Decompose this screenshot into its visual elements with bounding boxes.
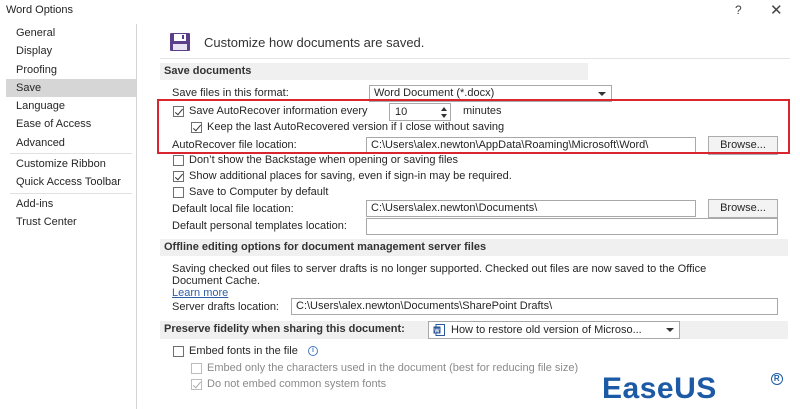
sidebar: General Display Proofing Save Language E… [6, 24, 137, 409]
dont-show-backstage-checkbox[interactable] [173, 155, 184, 166]
sidebar-item-language[interactable]: Language [6, 97, 136, 115]
embed-only-used-characters-checkbox[interactable] [191, 363, 202, 374]
svg-text:W: W [434, 328, 440, 334]
sidebar-item-customize-ribbon[interactable]: Customize Ribbon [6, 155, 136, 173]
section-save-documents: Save documents [160, 63, 588, 80]
do-not-embed-system-fonts-checkbox[interactable] [191, 379, 202, 390]
registered-mark: R [771, 373, 783, 385]
save-to-computer-label: Save to Computer by default [189, 186, 329, 198]
server-drafts-location-input[interactable]: C:\Users\alex.newton\Documents\SharePoin… [291, 298, 778, 315]
dont-show-backstage-label: Don’t show the Backstage when opening or… [189, 154, 459, 166]
word-document-icon: W [433, 324, 445, 336]
fidelity-document-value: How to restore old version of Microso... [451, 324, 642, 336]
default-templates-location-input[interactable] [366, 218, 778, 235]
default-local-location-label: Default local file location: [172, 203, 294, 215]
fidelity-document-dropdown[interactable]: W How to restore old version of Microso.… [428, 321, 680, 339]
preserve-fidelity-title: Preserve fidelity when sharing this docu… [164, 323, 405, 335]
main-panel: Customize how documents are saved. Save … [150, 22, 800, 409]
default-local-browse-button[interactable]: Browse... [708, 199, 778, 218]
sidebar-item-general[interactable]: General [6, 24, 136, 42]
sidebar-item-proofing[interactable]: Proofing [6, 61, 136, 79]
save-format-value: Word Document (*.docx) [374, 87, 495, 99]
easeus-logo: EaseUS R [602, 372, 783, 406]
sidebar-item-add-ins[interactable]: Add-ins [6, 195, 136, 213]
sidebar-item-ease-of-access[interactable]: Ease of Access [6, 115, 136, 133]
sidebar-divider [10, 192, 132, 194]
save-to-computer-checkbox[interactable] [173, 187, 184, 198]
chevron-down-icon [666, 328, 674, 332]
section-offline-editing: Offline editing options for document man… [160, 239, 788, 256]
chevron-down-icon [598, 92, 606, 96]
floppy-disk-icon [170, 33, 190, 51]
save-format-label: Save files in this format: [172, 87, 289, 99]
offline-notice-line-1: Saving checked out files to server draft… [172, 263, 707, 275]
default-local-location-input[interactable]: C:\Users\alex.newton\Documents\ [366, 200, 696, 217]
info-icon[interactable]: i [308, 346, 318, 356]
header-divider [160, 58, 790, 59]
offline-notice-line-2: Document Cache. [172, 275, 261, 287]
show-additional-places-checkbox[interactable] [173, 171, 184, 182]
sidebar-item-save[interactable]: Save [6, 78, 136, 98]
sidebar-item-trust-center[interactable]: Trust Center [6, 213, 136, 231]
sidebar-item-advanced[interactable]: Advanced [6, 134, 136, 152]
highlight-box [157, 99, 790, 154]
embed-only-used-characters-label: Embed only the characters used in the do… [207, 362, 579, 374]
embed-fonts-checkbox[interactable] [173, 346, 184, 357]
sidebar-divider [10, 153, 132, 155]
easeus-logo-text: EaseUS [602, 372, 717, 405]
close-icon[interactable]: ✕ [770, 1, 783, 19]
page-header: Customize how documents are saved. [204, 35, 425, 50]
learn-more-link[interactable]: Learn more [172, 287, 228, 299]
sidebar-item-quick-access-toolbar[interactable]: Quick Access Toolbar [6, 173, 136, 191]
default-templates-location-label: Default personal templates location: [172, 220, 347, 232]
embed-fonts-label: Embed fonts in the file [189, 345, 298, 357]
do-not-embed-system-fonts-label: Do not embed common system fonts [207, 378, 387, 390]
sidebar-item-display[interactable]: Display [6, 42, 136, 60]
window-title: Word Options [6, 4, 74, 16]
show-additional-places-label: Show additional places for saving, even … [189, 170, 512, 182]
server-drafts-location-label: Server drafts location: [172, 301, 279, 313]
help-icon[interactable]: ? [735, 3, 742, 17]
title-bar: Word Options ? ✕ [0, 0, 800, 22]
